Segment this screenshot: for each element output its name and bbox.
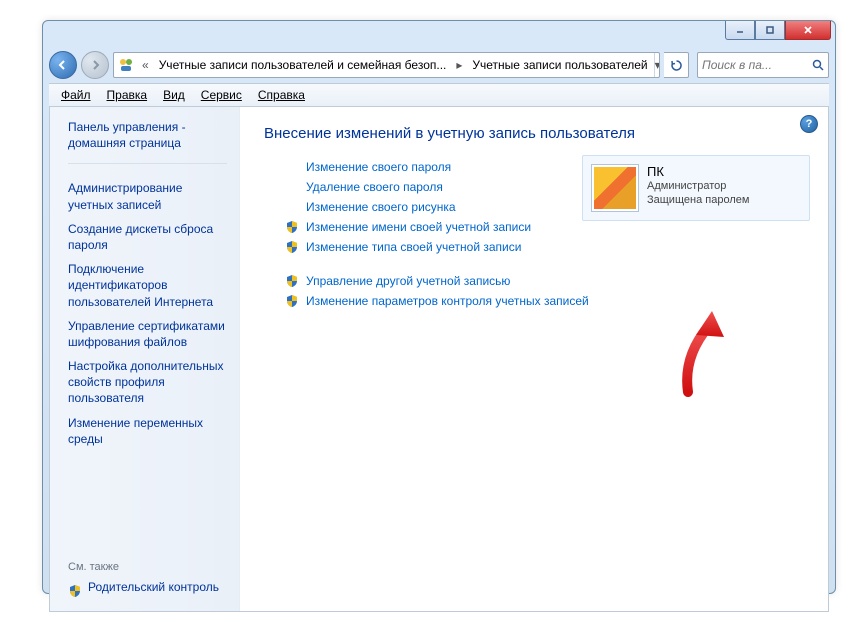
sidebar-link[interactable]: Подключение идентификаторов пользователе… [68,261,227,310]
menu-edit[interactable]: Правка [99,86,156,104]
sidebar-link[interactable]: Изменение переменных среды [68,415,227,447]
annotation-arrow [668,307,738,397]
menu-bar: Файл Правка Вид Сервис Справка [49,83,829,107]
user-name: ПК [647,164,749,179]
user-password-status: Защищена паролем [647,193,749,207]
chevron-right-icon: « [138,58,153,72]
sidebar: Панель управления - домашняя страница Ад… [50,107,240,611]
action-link[interactable]: Изменение типа своей учетной записи [306,240,521,254]
content-pane: ? Внесение изменений в учетную запись по… [240,107,828,611]
shield-icon [284,240,300,254]
forward-button[interactable] [81,51,109,79]
nav-bar: « Учетные записи пользователей и семейна… [49,49,829,81]
refresh-button[interactable] [664,52,689,78]
shield-icon [284,274,300,288]
see-also-label: См. также [68,561,227,573]
address-bar[interactable]: « Учетные записи пользователей и семейна… [113,52,660,78]
parental-controls-link[interactable]: Родительский контроль [88,579,219,595]
action-link[interactable]: Изменение своего пароля [306,160,451,174]
search-box[interactable] [697,52,829,78]
shield-icon [284,220,300,234]
back-button[interactable] [49,51,77,79]
shield-icon [284,294,300,308]
action-link[interactable]: Удаление своего пароля [306,180,443,194]
action-row: Изменение параметров контроля учетных за… [284,294,810,308]
minimize-button[interactable] [725,21,755,40]
sidebar-link[interactable]: Настройка дополнительных свойств профиля… [68,358,227,407]
close-button[interactable] [785,21,831,40]
action-link[interactable]: Управление другой учетной записью [306,274,510,288]
shield-icon [285,294,299,308]
search-input[interactable] [698,58,808,72]
menu-file[interactable]: Файл [53,86,99,104]
menu-tools[interactable]: Сервис [193,86,250,104]
breadcrumb-segment[interactable]: Учетные записи пользователей и семейная … [153,53,453,77]
maximize-button[interactable] [755,21,785,40]
page-heading: Внесение изменений в учетную запись поль… [264,125,810,142]
action-row: Изменение имени своей учетной записи [284,220,810,234]
user-role: Администратор [647,179,749,193]
sidebar-link[interactable]: Создание дискеты сброса пароля [68,221,227,253]
menu-view[interactable]: Вид [155,86,193,104]
shield-icon [285,220,299,234]
control-panel-home-link[interactable]: Панель управления - домашняя страница [68,119,227,151]
breadcrumb-segment[interactable]: Учетные записи пользователей [466,53,653,77]
user-account-card[interactable]: ПК Администратор Защищена паролем [582,155,810,221]
sidebar-link[interactable]: Управление сертификатами шифрования файл… [68,318,227,350]
address-dropdown[interactable]: ▾ [654,53,660,77]
action-link[interactable]: Изменение имени своей учетной записи [306,220,531,234]
chevron-right-icon: ▸ [452,58,466,72]
action-row: Управление другой учетной записью [284,274,810,288]
shield-icon [285,240,299,254]
menu-help[interactable]: Справка [250,86,313,104]
search-icon[interactable] [808,59,828,72]
titlebar [43,21,835,49]
shield-icon [68,584,82,598]
action-link[interactable]: Изменение своего рисунка [306,200,456,214]
sidebar-link[interactable]: Администрирование учетных записей [68,180,227,212]
avatar [591,164,639,212]
location-icon [118,57,134,73]
action-link[interactable]: Изменение параметров контроля учетных за… [306,294,589,308]
help-icon[interactable]: ? [800,115,818,133]
shield-icon [285,274,299,288]
action-row: Изменение типа своей учетной записи [284,240,810,254]
